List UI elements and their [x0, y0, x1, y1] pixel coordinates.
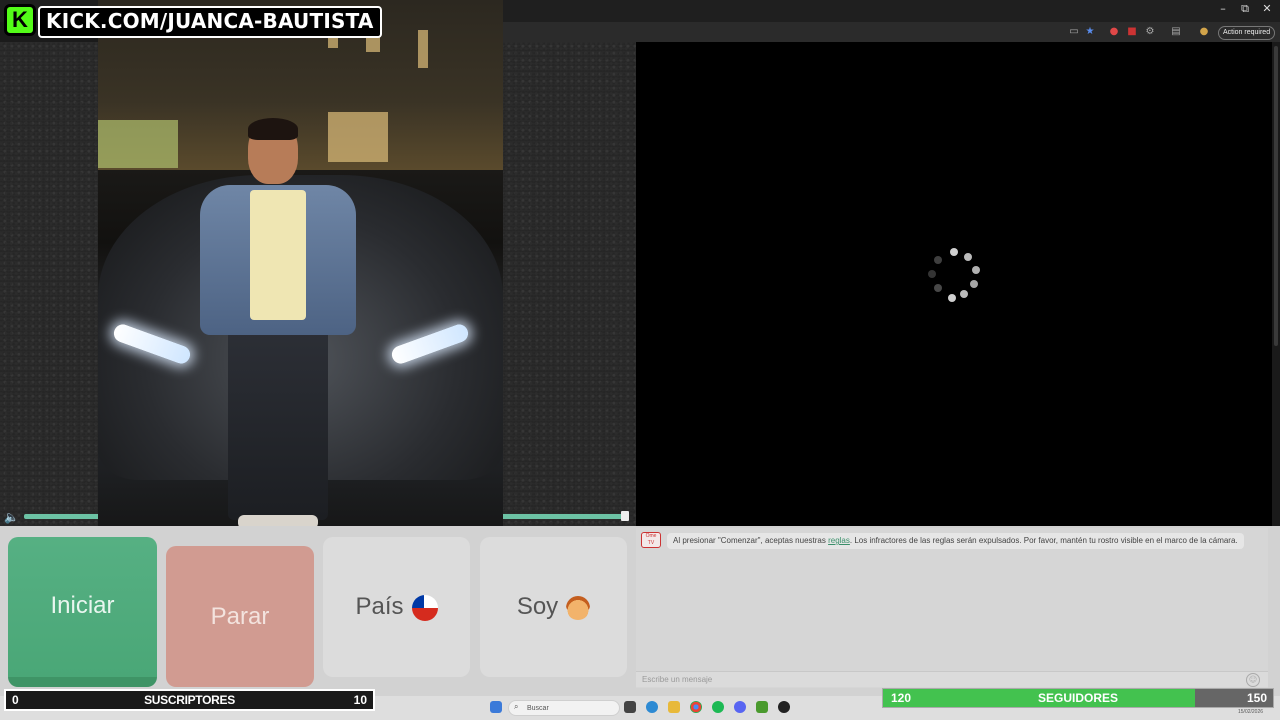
gender-selector-button[interactable]: Soy	[480, 537, 627, 677]
taskbar-search[interactable]: Buscar	[508, 700, 620, 716]
subscribers-goal-bar: 0 SUSCRIPTORES 10	[4, 689, 375, 711]
rules-link[interactable]: reglas	[828, 536, 850, 545]
volume-icon[interactable]: 🔈	[4, 510, 20, 524]
boy-face-icon	[566, 595, 591, 620]
close-icon[interactable]: ✕	[1258, 2, 1276, 15]
iniciar-button[interactable]: Iniciar	[8, 537, 157, 687]
scrollbar-thumb[interactable]	[1274, 46, 1278, 346]
task-view-icon[interactable]	[624, 701, 636, 713]
emoji-icon[interactable]: ☺	[1246, 673, 1260, 687]
message-text: Al presionar "Comenzar", aceptas nuestra…	[673, 536, 829, 545]
system-message: Al presionar "Comenzar", aceptas nuestra…	[667, 533, 1244, 549]
person-shirt	[250, 190, 306, 320]
extension-icon[interactable]: ■	[1126, 26, 1138, 38]
chrome-icon[interactable]	[690, 701, 702, 713]
spotify-icon[interactable]	[712, 701, 724, 713]
app-icon[interactable]	[778, 701, 790, 713]
kick-logo-icon: K	[4, 4, 36, 36]
chat-panel	[636, 528, 1268, 688]
minimize-icon[interactable]: –	[1214, 2, 1232, 15]
sidepanel-icon[interactable]: ▤	[1170, 26, 1182, 38]
discord-icon[interactable]	[734, 701, 746, 713]
clock-date: 15/02/2026	[1238, 709, 1264, 715]
gender-label: Soy	[516, 593, 559, 620]
country-selector-button[interactable]: País	[323, 537, 470, 677]
message-input[interactable]: Escribe un mensaje	[636, 671, 1268, 687]
person-jeans	[228, 330, 328, 520]
subscribers-label: SUSCRIPTORES	[144, 693, 235, 707]
file-explorer-icon[interactable]	[668, 701, 680, 713]
person-hair	[248, 118, 298, 140]
streamer-photo	[98, 0, 503, 540]
volume-slider-handle[interactable]	[621, 511, 629, 521]
cast-icon[interactable]: ▭	[1068, 26, 1080, 38]
system-avatar-icon: Ome TV	[641, 532, 661, 548]
search-icon: ⌕	[514, 702, 519, 711]
message-text: . Los infractores de las reglas serán ex…	[849, 536, 1238, 545]
profile-avatar-icon[interactable]: ●	[1198, 26, 1210, 38]
extension-icon[interactable]: ●	[1108, 26, 1120, 38]
parar-label: Parar	[210, 603, 270, 630]
iniciar-label: Iniciar	[50, 592, 115, 619]
windows-start-icon[interactable]	[490, 701, 502, 713]
kick-channel-url: KICK.COM/JUANCA-BAUTISTA	[38, 6, 382, 38]
browser-toolbar	[500, 22, 1280, 42]
followers-label: SEGUIDORES	[1037, 691, 1118, 705]
chile-flag-icon	[411, 594, 438, 621]
action-required-button[interactable]: Action required	[1218, 26, 1276, 40]
subscribers-goal: 10	[353, 693, 367, 707]
puzzle-icon[interactable]: ⚙	[1144, 26, 1156, 38]
bookmark-star-icon[interactable]: ★	[1084, 26, 1096, 38]
restore-icon[interactable]: ⧉	[1236, 2, 1254, 16]
followers-goal-bar: 120 SEGUIDORES 150	[882, 688, 1274, 708]
minecraft-icon[interactable]	[756, 701, 768, 713]
followers-goal: 150	[1246, 691, 1267, 705]
parar-button[interactable]: Parar	[166, 546, 314, 687]
loading-spinner-icon	[924, 246, 984, 306]
country-label: País	[355, 593, 404, 620]
edge-icon[interactable]	[646, 701, 658, 713]
